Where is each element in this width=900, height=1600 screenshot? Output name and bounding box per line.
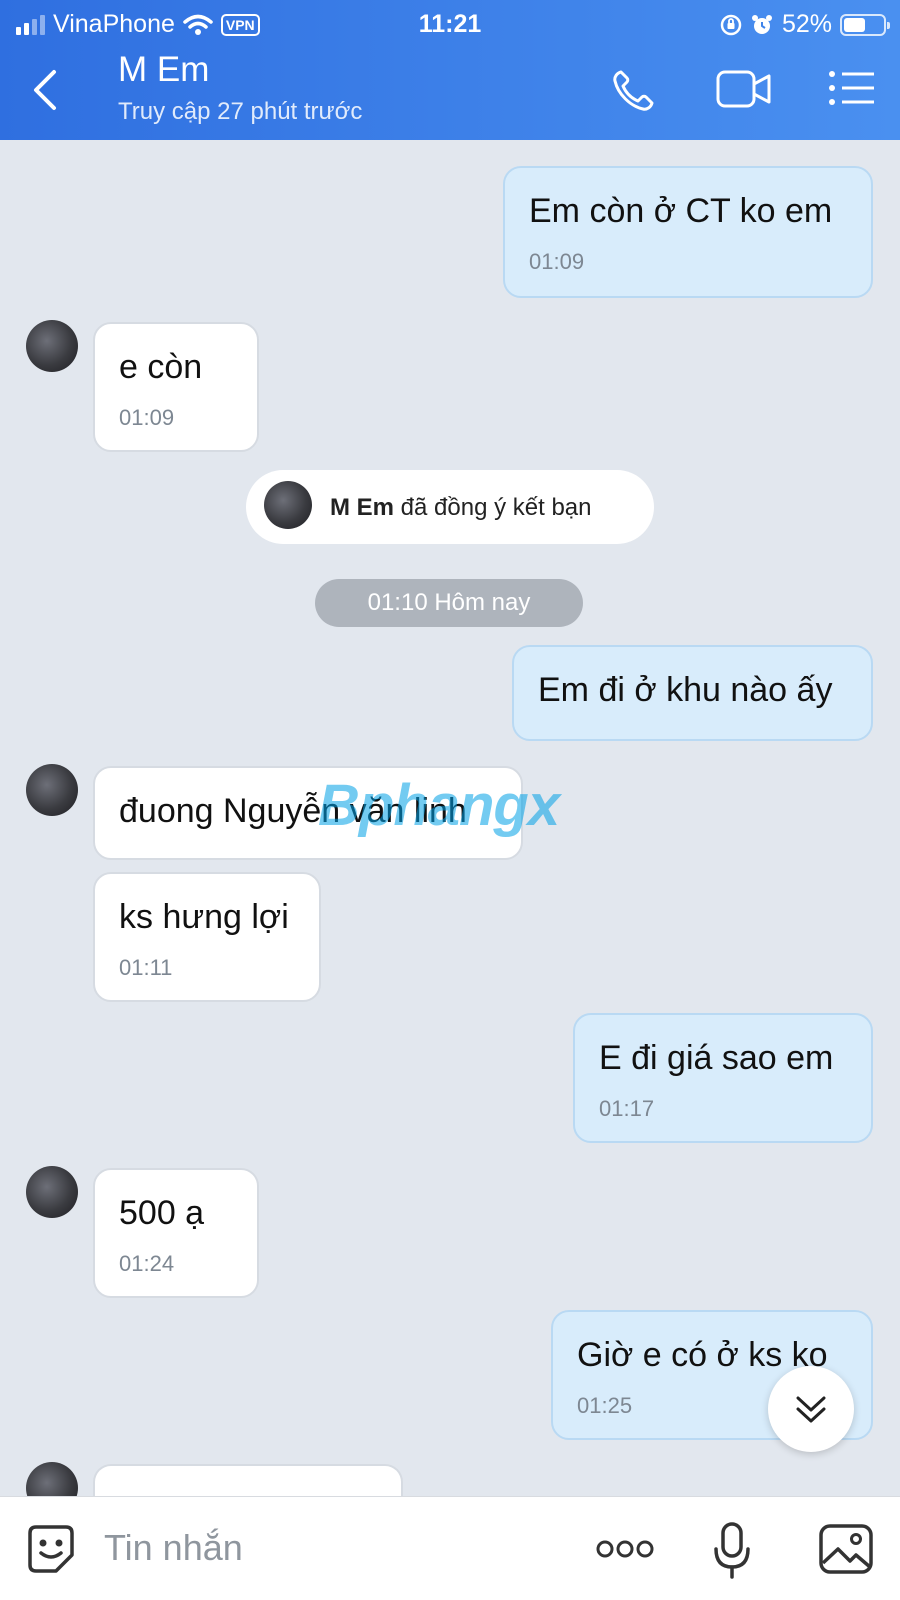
status-bar: VinaPhone VPN 11:21 52%	[0, 6, 900, 42]
message-text: ks hưng lợi	[119, 898, 289, 936]
watermark-logo: Bphangx	[318, 773, 560, 838]
video-camera-icon[interactable]	[716, 68, 772, 110]
message-input-bar: Tin nhắn	[0, 1496, 900, 1600]
message-text: 500 ạ	[119, 1194, 205, 1232]
message-text: Em đi ở khu nào ấy	[538, 671, 833, 709]
battery-level	[844, 17, 865, 32]
message-time: 01:09	[529, 249, 585, 274]
more-dots-icon[interactable]	[596, 1539, 654, 1559]
alarm-icon	[751, 14, 772, 34]
contact-name[interactable]: M Em	[118, 50, 209, 90]
incoming-message[interactable]: ks hưng lợi 01:11	[93, 872, 321, 1002]
incoming-message[interactable]: e còn 01:09	[93, 322, 259, 452]
contact-avatar[interactable]	[264, 481, 312, 529]
battery-percent: 52%	[781, 10, 832, 38]
double-chevron-down-icon	[796, 1396, 826, 1423]
notice-name: M Em	[330, 494, 395, 521]
notice-text: đã đồng ý kết bạn	[394, 494, 592, 521]
microphone-icon[interactable]	[712, 1521, 752, 1581]
message-time: 01:17	[599, 1096, 655, 1121]
friend-accepted-notice: M Em đã đồng ý kết bạn	[246, 470, 654, 544]
outgoing-message[interactable]: E đi giá sao em 01:17	[573, 1013, 873, 1143]
rotation-lock-icon	[720, 14, 742, 35]
message-time: 01:11	[119, 955, 173, 980]
message-text: E đi giá sao em	[599, 1039, 834, 1077]
incoming-message[interactable]: 500 ạ 01:24	[93, 1168, 259, 1298]
chat-header: VinaPhone VPN 11:21 52% M Em Truy cập 27…	[0, 0, 900, 140]
contact-avatar[interactable]	[26, 764, 78, 816]
outgoing-message[interactable]: Em còn ở CT ko em 01:09	[503, 166, 873, 298]
sticker-emoji-icon[interactable]	[24, 1523, 78, 1577]
contact-avatar[interactable]	[26, 320, 78, 372]
message-text: Em còn ở CT ko em	[529, 192, 833, 230]
back-chevron-icon[interactable]	[26, 66, 66, 114]
battery-icon	[840, 13, 890, 36]
last-seen-status: Truy cập 27 phút trước	[118, 98, 363, 125]
list-menu-icon[interactable]	[828, 68, 876, 108]
message-time: 01:09	[119, 405, 175, 430]
phone-icon[interactable]	[610, 68, 656, 114]
outgoing-message[interactable]: Em đi ở khu nào ấy	[512, 645, 873, 741]
scroll-to-bottom-button[interactable]	[768, 1366, 854, 1452]
image-gallery-icon[interactable]	[818, 1523, 874, 1575]
time-separator: 01:10 Hôm nay	[315, 579, 583, 627]
message-text: e còn	[119, 348, 203, 386]
message-input[interactable]: Tin nhắn	[104, 1527, 243, 1569]
message-time: 01:24	[119, 1251, 175, 1276]
contact-avatar[interactable]	[26, 1166, 78, 1218]
